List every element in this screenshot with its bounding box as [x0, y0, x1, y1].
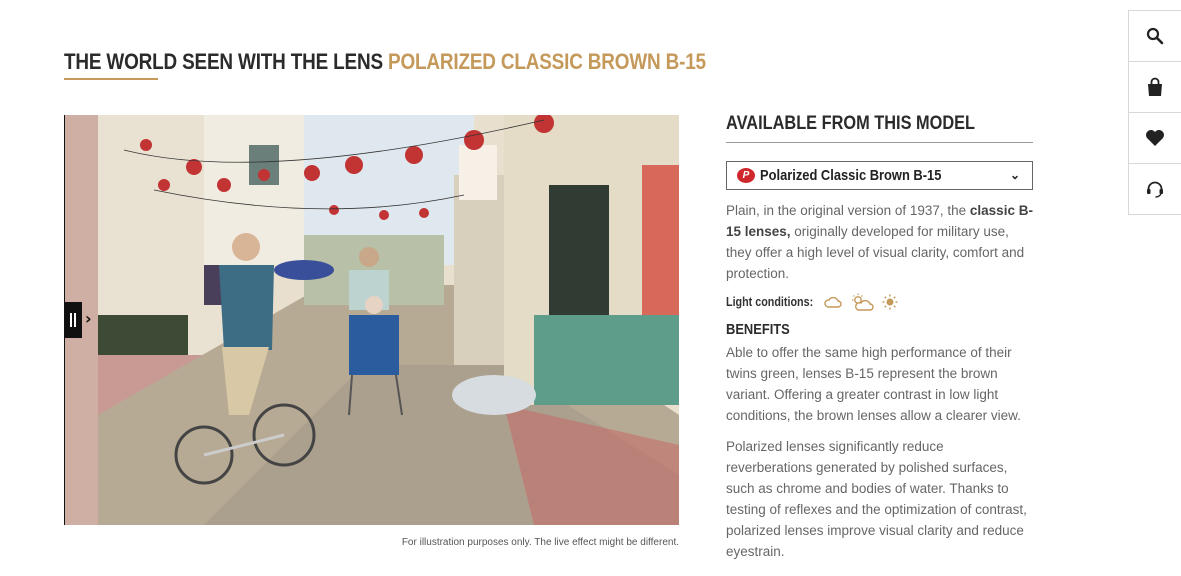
lens-select[interactable]: P Polarized Classic Brown B-15 ⌄	[726, 161, 1033, 190]
title-prefix: THE WORLD SEEN WITH THE LENS	[64, 49, 383, 74]
shopping-bag-button[interactable]	[1128, 61, 1181, 113]
lens-description: Plain, in the original version of 1937, …	[726, 200, 1033, 284]
lens-description-pre: Plain, in the original version of 1937, …	[726, 203, 970, 218]
sun-icon	[882, 294, 898, 310]
support-button[interactable]	[1128, 163, 1181, 215]
benefits-text: Able to offer the same high performance …	[726, 345, 1021, 423]
lens-select-value: Polarized Classic Brown B-15	[760, 167, 942, 184]
heart-icon	[1146, 130, 1164, 146]
lens-preview-image[interactable]	[64, 115, 679, 525]
side-toolbar	[1128, 10, 1181, 215]
light-conditions: Light conditions:	[726, 293, 1033, 311]
polarized-badge-icon: P	[737, 168, 755, 183]
benefits-heading: BENEFITS	[726, 321, 790, 338]
wishlist-button[interactable]	[1128, 112, 1181, 164]
support-icon	[1147, 181, 1163, 198]
street-scene-illustration	[64, 115, 679, 525]
page-title: THE WORLD SEEN WITH THE LENS POLARIZED C…	[64, 49, 706, 75]
available-heading: AVAILABLE FROM THIS MODEL	[726, 113, 976, 134]
chevron-right-icon[interactable]: ›	[85, 309, 92, 328]
illustration-disclaimer: For illustration purposes only. The live…	[401, 537, 679, 548]
compare-slider-handle[interactable]	[64, 302, 82, 338]
partly-sunny-icon	[850, 293, 874, 311]
search-icon	[1146, 27, 1164, 45]
shopping-bag-icon	[1148, 77, 1162, 96]
model-info-panel: AVAILABLE FROM THIS MODEL P Polarized Cl…	[726, 113, 1033, 562]
divider	[726, 142, 1033, 143]
title-accent: POLARIZED CLASSIC BROWN B-15	[388, 49, 706, 74]
chevron-down-icon: ⌄	[1009, 168, 1020, 182]
title-underline	[64, 78, 158, 80]
polarized-text: Polarized lenses significantly reduce re…	[726, 439, 1027, 559]
light-conditions-label: Light conditions:	[726, 295, 814, 309]
cloud-icon	[824, 296, 842, 308]
search-button[interactable]	[1128, 10, 1181, 62]
